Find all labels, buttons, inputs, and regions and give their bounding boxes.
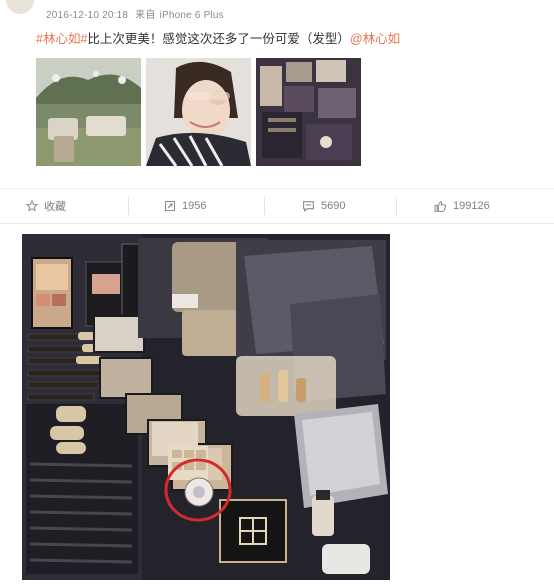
post-hashtag[interactable]: #林心如#	[36, 32, 87, 46]
garden-wedding-photo-icon	[36, 58, 141, 166]
divider	[264, 197, 265, 215]
post-body: 比上次更美！感觉这次还多了一份可爱（发型）	[87, 32, 350, 46]
selfie-photo-icon	[146, 58, 251, 166]
thumbs-up-icon	[434, 200, 447, 212]
post-source[interactable]: iPhone 6 Plus	[160, 10, 224, 21]
makeup-table-photo-icon	[256, 58, 361, 166]
star-icon	[26, 200, 38, 212]
favorite-button[interactable]: 收藏	[26, 189, 66, 223]
repost-icon	[165, 201, 175, 211]
thumbnail-makeup-table[interactable]	[256, 58, 361, 166]
comment-icon	[303, 201, 314, 212]
post-source-prefix: 来自	[135, 10, 156, 21]
favorite-label: 收藏	[44, 201, 66, 213]
post-timestamp[interactable]: 2016-12-10 20:18	[46, 10, 128, 21]
post-meta: 2016-12-10 20:18 来自 iPhone 6 Plus	[46, 6, 228, 21]
comment-button[interactable]: 5690	[302, 189, 345, 223]
thumbnail-garden-wedding[interactable]	[36, 58, 141, 166]
like-count: 199126	[453, 200, 490, 212]
divider	[128, 197, 129, 215]
weibo-post-card: 2016-12-10 20:18 来自 iPhone 6 Plus #林心如#比上…	[0, 0, 554, 224]
like-button[interactable]: 199126	[434, 189, 490, 223]
makeup-kit-scene-icon	[22, 234, 390, 580]
post-thumbnails	[36, 58, 361, 168]
divider	[396, 197, 397, 215]
post-mention[interactable]: @林心如	[350, 32, 400, 46]
action-bar: 收藏 1956 5690 199126	[0, 188, 554, 224]
post-text: #林心如#比上次更美！感觉这次还多了一份可爱（发型）@林心如	[36, 28, 400, 47]
avatar[interactable]	[6, 0, 34, 14]
repost-button[interactable]: 1956	[164, 189, 206, 223]
makeup-kit-photo	[22, 234, 390, 580]
repost-count: 1956	[182, 200, 207, 212]
thumbnail-selfie[interactable]	[146, 58, 251, 166]
comment-count: 5690	[321, 200, 346, 212]
